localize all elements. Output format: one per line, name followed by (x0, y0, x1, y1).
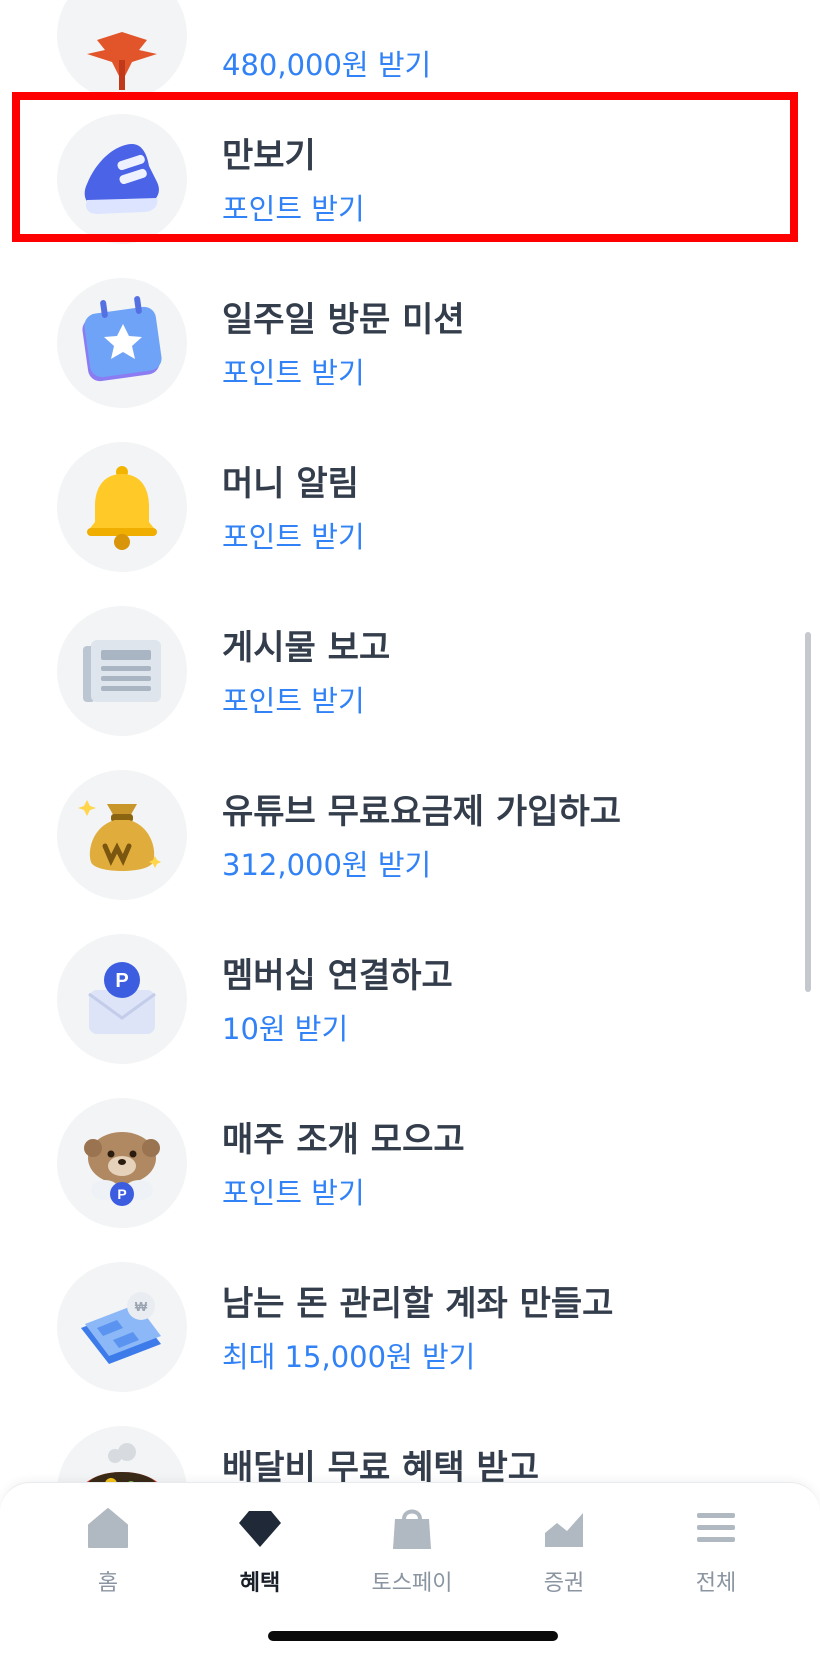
list-item-money-alert[interactable]: 머니 알림 포인트 받기 (0, 426, 820, 590)
tab-tosspay-label: 토스페이 (371, 1571, 453, 1596)
home-icon (88, 1508, 128, 1548)
list-item-title: 매주 조개 모으고 (222, 1120, 465, 1160)
diamond-icon (239, 1511, 281, 1547)
list-item-subtitle: 포인트 받기 (222, 684, 365, 718)
tab-home-label: 홈 (97, 1571, 119, 1596)
bankbook-icon: ₩ (57, 1262, 187, 1392)
tab-securities-label: 증권 (543, 1571, 585, 1596)
list-item-subtitle: 10원 받기 (222, 1012, 349, 1046)
highlight-box (12, 92, 798, 242)
tab-benefits[interactable]: 혜택 (190, 1503, 330, 1597)
list-item-title: 게시물 보고 (222, 628, 391, 668)
newspaper-icon (57, 606, 187, 736)
tab-benefits-label: 혜택 (239, 1571, 281, 1596)
list-item-subtitle: 포인트 받기 (222, 520, 365, 554)
tab-tosspay[interactable]: 토스페이 (342, 1503, 482, 1597)
list-item-title: 멤버십 연결하고 (222, 956, 453, 996)
shopping-bag-icon (393, 1509, 431, 1549)
svg-text:P: P (117, 1186, 126, 1202)
list-item-posts[interactable]: 게시물 보고 포인트 받기 (0, 590, 820, 754)
tab-all[interactable]: 전체 (646, 1503, 786, 1597)
tab-all-label: 전체 (695, 1571, 737, 1596)
list-item-subtitle: 480,000원 받기 (222, 48, 432, 82)
money-bag-icon (57, 770, 187, 900)
star-calendar-icon (57, 278, 187, 408)
list-item-title: 유튜브 무료요금제 가입하고 (222, 792, 622, 832)
otter-icon: P (57, 1098, 187, 1228)
list-item-title: 일주일 방문 미션 (222, 300, 465, 340)
maple-leaf-icon (57, 0, 187, 100)
list-item-membership[interactable]: P 멤버십 연결하고 10원 받기 (0, 918, 820, 1082)
stock-chart-icon (545, 1513, 583, 1547)
list-item-shells[interactable]: P 매주 조개 모으고 포인트 받기 (0, 1082, 820, 1246)
list-item-title: 머니 알림 (222, 464, 359, 504)
envelope-point-icon: P (57, 934, 187, 1064)
menu-icon (697, 1513, 735, 1542)
svg-text:P: P (115, 970, 128, 992)
scrollbar[interactable] (805, 632, 811, 992)
home-indicator[interactable] (268, 1631, 558, 1641)
list-item-subtitle: 포인트 받기 (222, 356, 365, 390)
list-item-subtitle: 312,000원 받기 (222, 848, 432, 882)
svg-text:₩: ₩ (135, 1299, 148, 1314)
list-item-youtube[interactable]: 유튜브 무료요금제 가입하고 312,000원 받기 (0, 754, 820, 918)
list-item-account[interactable]: ₩ 남는 돈 관리할 계좌 만들고 최대 15,000원 받기 (0, 1246, 820, 1410)
tab-home[interactable]: 홈 (38, 1503, 178, 1597)
list-item-subtitle: 최대 15,000원 받기 (222, 1340, 476, 1374)
list-item-subtitle: 포인트 받기 (222, 1176, 365, 1210)
tab-securities[interactable]: 증권 (494, 1503, 634, 1597)
list-item-weekly-visit[interactable]: 일주일 방문 미션 포인트 받기 (0, 262, 820, 426)
list-item-title: 남는 돈 관리할 계좌 만들고 (222, 1284, 614, 1324)
bell-icon (57, 442, 187, 572)
